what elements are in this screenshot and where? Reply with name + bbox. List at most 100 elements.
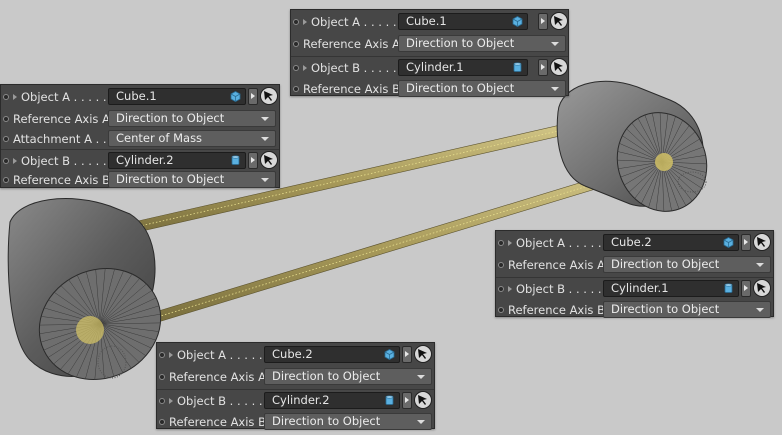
- object-a-menu-button[interactable]: [741, 234, 751, 251]
- ref-axis-b-dropdown[interactable]: Direction to Object: [264, 413, 432, 430]
- object-b-menu-button[interactable]: [538, 59, 548, 76]
- ref-axis-b-value: Direction to Object: [406, 81, 515, 95]
- object-b-value: Cylinder.1: [611, 281, 669, 295]
- pick-object-icon[interactable]: [260, 87, 278, 105]
- object-a-label: Object A . . . . .: [21, 90, 107, 104]
- object-a-menu-button[interactable]: [248, 88, 258, 105]
- ref-axis-a-label: Reference Axis A: [13, 112, 110, 126]
- pick-object-icon[interactable]: [260, 151, 278, 169]
- ref-axis-b-dropdown[interactable]: Direction to Object: [398, 80, 566, 97]
- object-b-row: Object B . . . . . Cylinder.1: [496, 277, 773, 299]
- animate-toggle[interactable]: [293, 64, 299, 71]
- ref-axis-b-dropdown[interactable]: Direction to Object: [603, 301, 771, 318]
- pick-object-icon[interactable]: [550, 58, 568, 76]
- ref-axis-a-dropdown[interactable]: Direction to Object: [603, 256, 771, 273]
- ref-axis-b-row: Reference Axis B Direction to Object: [1, 171, 279, 189]
- object-b-field[interactable]: Cylinder.1: [398, 59, 528, 76]
- ref-axis-a-label: Reference Axis A: [169, 370, 266, 384]
- pick-object-icon[interactable]: [414, 345, 432, 363]
- object-a-label: Object A . . . . .: [311, 15, 397, 29]
- object-b-label: Object B . . . . .: [311, 60, 397, 75]
- pick-object-icon[interactable]: [414, 391, 432, 409]
- object-a-field[interactable]: Cube.1: [398, 13, 528, 30]
- ref-axis-a-label: Reference Axis A: [303, 37, 400, 51]
- object-a-field[interactable]: Cube.1: [108, 88, 246, 105]
- ref-axis-b-row: Reference Axis B Direction to Object: [157, 411, 434, 433]
- chevron-down-icon: [417, 420, 425, 424]
- ref-axis-a-row: Reference Axis A Direction to Object: [291, 33, 568, 55]
- cube-icon: [230, 91, 241, 102]
- object-a-field[interactable]: Cube.2: [603, 234, 739, 251]
- ref-axis-a-value: Direction to Object: [406, 36, 515, 50]
- animate-toggle[interactable]: [159, 352, 165, 358]
- pick-object-icon[interactable]: [753, 233, 771, 251]
- chevron-down-icon: [261, 117, 269, 121]
- cylinder-icon: [385, 395, 394, 405]
- object-a-row: Object A . . . . . Cube.1: [291, 11, 568, 33]
- object-a-value: Cube.1: [406, 14, 447, 28]
- object-b-field[interactable]: Cylinder.2: [108, 152, 246, 169]
- ref-axis-b-label: Reference Axis B: [169, 415, 266, 429]
- pick-object-icon[interactable]: [550, 12, 568, 30]
- object-b-label: Object B . . . . .: [177, 393, 263, 408]
- ref-axis-b-row: Reference Axis B Direction to Object: [496, 299, 773, 321]
- object-a-label: Object A . . . . .: [516, 236, 602, 250]
- object-b-field[interactable]: Cylinder.2: [264, 392, 400, 409]
- chevron-down-icon: [261, 178, 269, 182]
- ref-axis-a-row: Reference Axis A Direction to Object: [1, 108, 279, 130]
- constraint-panel-right: Object A . . . . . Cube.2 Reference Axis…: [495, 230, 774, 318]
- ref-axis-b-label: Reference Axis B: [303, 82, 400, 96]
- object-a-menu-button[interactable]: [402, 346, 412, 363]
- pick-object-icon[interactable]: [753, 279, 771, 297]
- object-a-row: Object A . . . . . Cube.2: [157, 344, 434, 366]
- ref-axis-b-dropdown[interactable]: Direction to Object: [108, 171, 276, 188]
- object-b-menu-button[interactable]: [741, 280, 751, 297]
- animate-toggle[interactable]: [498, 240, 504, 246]
- attachment-a-dropdown[interactable]: Center of Mass: [108, 130, 276, 147]
- object-b-row: Object B . . . . . Cylinder.1: [291, 56, 568, 78]
- chevron-down-icon: [551, 42, 559, 46]
- object-a-field[interactable]: Cube.2: [264, 346, 400, 363]
- object-a-row: Object A . . . . . Cube.1: [1, 86, 279, 108]
- ref-axis-b-label: Reference Axis B: [508, 303, 605, 317]
- chevron-down-icon: [756, 263, 764, 267]
- cube-icon: [384, 349, 395, 360]
- ref-axis-a-dropdown[interactable]: Direction to Object: [398, 35, 566, 52]
- object-b-label: Object B . . . . .: [516, 281, 602, 296]
- object-a-label: Object A . . . . .: [177, 348, 263, 362]
- animate-toggle[interactable]: [293, 19, 299, 25]
- object-b-menu-button[interactable]: [402, 392, 412, 409]
- cylinder-icon: [724, 283, 733, 293]
- object-b-label: Object B . . . . .: [21, 153, 107, 168]
- chevron-down-icon: [551, 87, 559, 91]
- object-a-value: Cube.2: [611, 235, 652, 249]
- object-b-menu-button[interactable]: [248, 152, 258, 169]
- object-a-row: Object A . . . . . Cube.2: [496, 232, 773, 254]
- chevron-down-icon: [417, 375, 425, 379]
- attachment-a-row: Attachment A . . Center of Mass: [1, 130, 279, 148]
- animate-toggle[interactable]: [159, 397, 165, 404]
- ref-axis-b-value: Direction to Object: [272, 414, 381, 428]
- object-b-field[interactable]: Cylinder.1: [603, 280, 739, 297]
- ref-axis-a-row: Reference Axis A Direction to Object: [157, 366, 434, 388]
- object-a-menu-button[interactable]: [538, 13, 548, 30]
- constraint-panel-bottom: Object A . . . . . Cube.2 Reference Axis…: [156, 342, 435, 430]
- ref-axis-a-row: Reference Axis A Direction to Object: [496, 254, 773, 276]
- ref-axis-a-dropdown[interactable]: Direction to Object: [264, 368, 432, 385]
- object-a-value: Cube.2: [272, 347, 313, 361]
- ref-axis-a-dropdown[interactable]: Direction to Object: [108, 110, 276, 127]
- cube-icon: [512, 16, 523, 27]
- object-a-value: Cube.1: [116, 89, 157, 103]
- ref-axis-a-value: Direction to Object: [116, 111, 225, 125]
- cube-icon: [723, 237, 734, 248]
- chevron-down-icon: [756, 308, 764, 312]
- attachment-a-value: Center of Mass: [116, 131, 203, 145]
- animate-toggle[interactable]: [3, 94, 9, 100]
- attachment-a-label: Attachment A . .: [13, 132, 107, 146]
- ref-axis-a-value: Direction to Object: [611, 257, 720, 271]
- animate-toggle[interactable]: [498, 285, 504, 292]
- animate-toggle[interactable]: [3, 157, 9, 164]
- right-cylinder: [556, 80, 708, 212]
- cylinder-icon: [231, 155, 240, 165]
- constraint-panel-left: Object A . . . . . Cube.1 Reference Axis…: [0, 84, 280, 188]
